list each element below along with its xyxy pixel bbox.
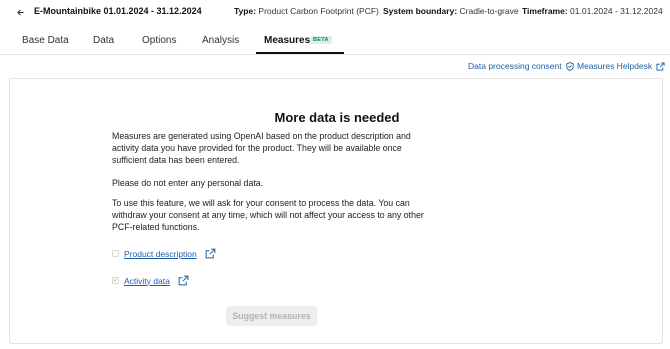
measures-card: More data is needed Measures are generat… [9, 78, 663, 344]
tab-bar: Base Data Data Options Analysis Measures… [0, 26, 670, 55]
activity-data-link[interactable]: Activity data [124, 276, 170, 286]
top-bar: E-Mountainbike 01.01.2024 - 31.12.2024 T… [0, 0, 670, 26]
back-button[interactable] [12, 4, 28, 20]
timeframe-value: 01.01.2024 - 31.12.2024 [570, 6, 663, 16]
measures-helpdesk-link[interactable]: Measures Helpdesk [577, 61, 665, 71]
external-link-icon[interactable] [178, 275, 189, 286]
type-label: Type: [234, 6, 257, 16]
tab-options[interactable]: Options [142, 35, 176, 46]
suggest-measures-button[interactable]: Suggest measures [226, 306, 317, 326]
tab-analysis[interactable]: Analysis [202, 35, 239, 46]
external-link-icon [656, 61, 665, 71]
tab-data[interactable]: Data [93, 35, 114, 46]
data-processing-consent-link[interactable]: Data processing consent [468, 61, 574, 71]
tab-measures[interactable]: Measures [264, 35, 310, 46]
intro-paragraph: Measures are generated using OpenAI base… [112, 131, 411, 165]
arrow-left-icon [16, 9, 24, 15]
helpdesk-link-label: Measures Helpdesk [577, 61, 653, 71]
tab-base-data[interactable]: Base Data [22, 35, 69, 46]
requirement-activity-data: ✓ Activity data [112, 275, 189, 286]
type-value: Product Carbon Footprint (PCF) [258, 6, 379, 16]
meta-type: Type: Product Carbon Footprint (PCF) [234, 6, 379, 16]
shield-icon [565, 61, 574, 71]
check-icon: ✓ [112, 277, 119, 284]
boundary-value: Cradle-to-grave [459, 6, 519, 16]
consent-paragraph: To use this feature, we will ask for you… [112, 198, 424, 232]
beta-badge: BETA [310, 36, 332, 44]
meta-timeframe: Timeframe: 01.01.2024 - 31.12.2024 [522, 6, 663, 16]
card-title: More data is needed [274, 110, 400, 125]
requirement-product-description: Product description [112, 248, 216, 259]
meta-system-boundary: System boundary: Cradle-to-grave [383, 6, 519, 16]
consent-link-label: Data processing consent [468, 61, 562, 71]
unchecked-box [112, 250, 119, 257]
external-link-icon[interactable] [205, 248, 216, 259]
timeframe-label: Timeframe: [522, 6, 568, 16]
personal-data-warning: Please do not enter any personal data. [112, 178, 264, 188]
product-description-link[interactable]: Product description [124, 249, 197, 259]
active-tab-indicator [256, 52, 344, 54]
boundary-label: System boundary: [383, 6, 458, 16]
product-title: E-Mountainbike 01.01.2024 - 31.12.2024 [34, 6, 202, 16]
